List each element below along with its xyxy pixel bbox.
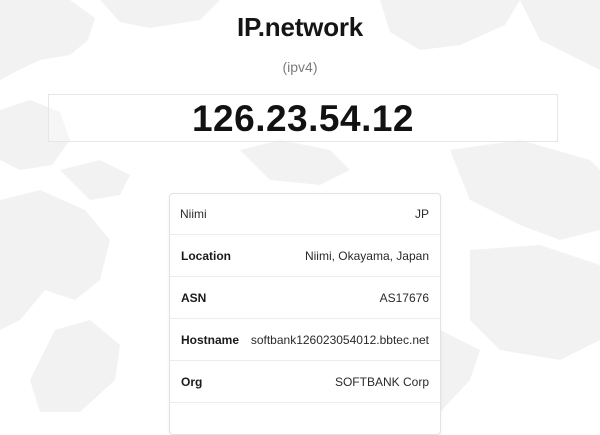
- site-title[interactable]: IP.network: [0, 12, 600, 43]
- ip-address[interactable]: 126.23.54.12: [192, 100, 414, 137]
- asn-value: AS17676: [379, 290, 429, 305]
- hostname-value: softbank126023054012.bbtec.net: [250, 332, 429, 347]
- city-name: Niimi: [180, 207, 207, 221]
- info-row-location: Location Niimi, Okayama, Japan: [170, 235, 440, 277]
- asn-label: ASN: [181, 290, 207, 305]
- hostname-label: Hostname: [181, 332, 240, 347]
- ip-info-card: Niimi JP Location Niimi, Okayama, Japan …: [169, 193, 441, 435]
- org-label: Org: [181, 374, 203, 389]
- info-row-asn: ASN AS17676: [170, 277, 440, 319]
- country-code: JP: [414, 207, 429, 221]
- location-value: Niimi, Okayama, Japan: [304, 248, 429, 263]
- info-row-org: Org SOFTBANK Corp: [170, 361, 440, 403]
- info-row-hostname: Hostname softbank126023054012.bbtec.net: [170, 319, 440, 361]
- geo-summary-row: Niimi JP: [170, 194, 440, 235]
- ip-address-box: 126.23.54.12: [48, 94, 558, 142]
- ip-version-label: (ipv4): [282, 59, 318, 75]
- org-value: SOFTBANK Corp: [334, 374, 429, 389]
- location-label: Location: [181, 248, 231, 263]
